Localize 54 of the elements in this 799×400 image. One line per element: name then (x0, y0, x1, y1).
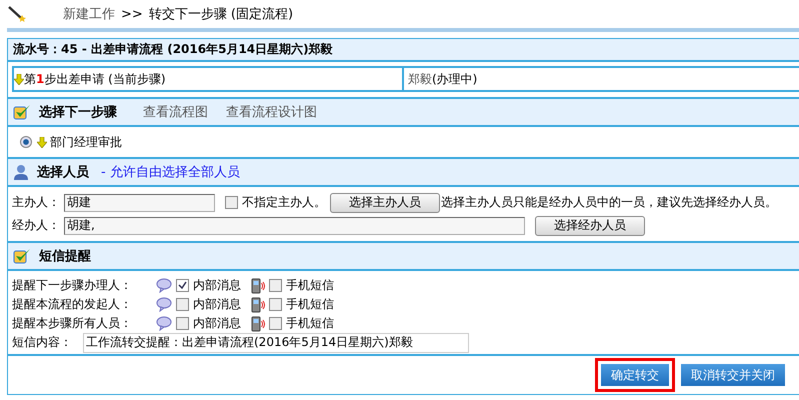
handler-status: (办理中) (432, 70, 478, 88)
serial-title: 流水号：45 - 出差申请流程 (2016年5月14日星期六)郑毅 (13, 41, 333, 58)
host-field[interactable]: 胡建 (64, 194, 215, 212)
view-link[interactable]: 查看流程图 (143, 103, 208, 121)
checkbox[interactable] (225, 196, 238, 209)
option-label: 部门经理审批 (50, 134, 122, 150)
arrow-down-icon (37, 136, 47, 148)
breadcrumb-current: 转交下一步骤 (固定流程) (148, 6, 294, 23)
checkbox[interactable] (176, 279, 189, 292)
field-label: 主办人： (12, 194, 60, 211)
checkmark-icon (13, 248, 31, 264)
checkbox-label: 内部消息 (193, 277, 241, 294)
user-icon (13, 164, 29, 180)
handler-name: 郑毅 (408, 70, 432, 88)
checkbox[interactable] (269, 279, 282, 292)
speech-bubble-icon (156, 297, 172, 312)
action-button[interactable]: 确定转交 (595, 358, 675, 392)
checkbox[interactable] (176, 298, 189, 311)
arrow-down-icon (14, 74, 24, 84)
section-title: 选择下一步骤 (39, 104, 117, 121)
section-title: 短信提醒 (39, 248, 91, 265)
reminder-label: 提醒本流程的发起人： (12, 296, 133, 313)
handlers-field[interactable]: 胡建, (64, 216, 525, 234)
reminder-label: 提醒下一步骤办理人： (12, 277, 133, 294)
checkbox-label: 不指定主办人。 (242, 194, 326, 211)
wand-icon (7, 5, 27, 23)
checkbox[interactable] (269, 298, 282, 311)
breadcrumb-link[interactable]: 新建工作 (63, 5, 115, 23)
mobile-phone-icon (251, 296, 265, 312)
checkbox-label: 内部消息 (193, 315, 241, 332)
speech-bubble-icon (156, 278, 172, 293)
field-label: 短信内容： (12, 334, 73, 351)
checkbox-label: 内部消息 (193, 296, 241, 313)
view-link[interactable]: 查看流程设计图 (226, 103, 317, 121)
message-field[interactable]: 工作流转交提醒：出差申请流程(2016年5月14日星期六)郑毅 (83, 332, 469, 352)
checkbox[interactable] (176, 317, 189, 330)
checkbox-label: 手机短信 (286, 277, 334, 294)
select-host-button[interactable]: 选择主办人员 (330, 192, 440, 212)
select-handlers-button[interactable]: 选择经办人员 (535, 216, 645, 236)
speech-bubble-icon (156, 316, 172, 331)
field-label: 经办人： (12, 217, 60, 234)
breadcrumb-separator: >> (121, 6, 143, 22)
step-label: 第1步出差申请 (当前步骤) (24, 70, 166, 88)
mobile-phone-icon (251, 316, 265, 332)
checkbox[interactable] (269, 317, 282, 330)
checkbox-label: 手机短信 (286, 296, 334, 313)
checkmark-icon (13, 104, 31, 120)
checkbox-label: 手机短信 (286, 315, 334, 332)
radio-button[interactable] (20, 136, 32, 148)
permission-note: - 允许自由选择全部人员 (101, 164, 240, 181)
mobile-phone-icon (251, 278, 265, 294)
hint-text: 选择主办人员只能是经办人员中的一员，建议先选择经办人员。 (441, 194, 777, 211)
section-title: 选择人员 (37, 164, 89, 181)
reminder-label: 提醒本步骤所有人员： (12, 315, 133, 332)
